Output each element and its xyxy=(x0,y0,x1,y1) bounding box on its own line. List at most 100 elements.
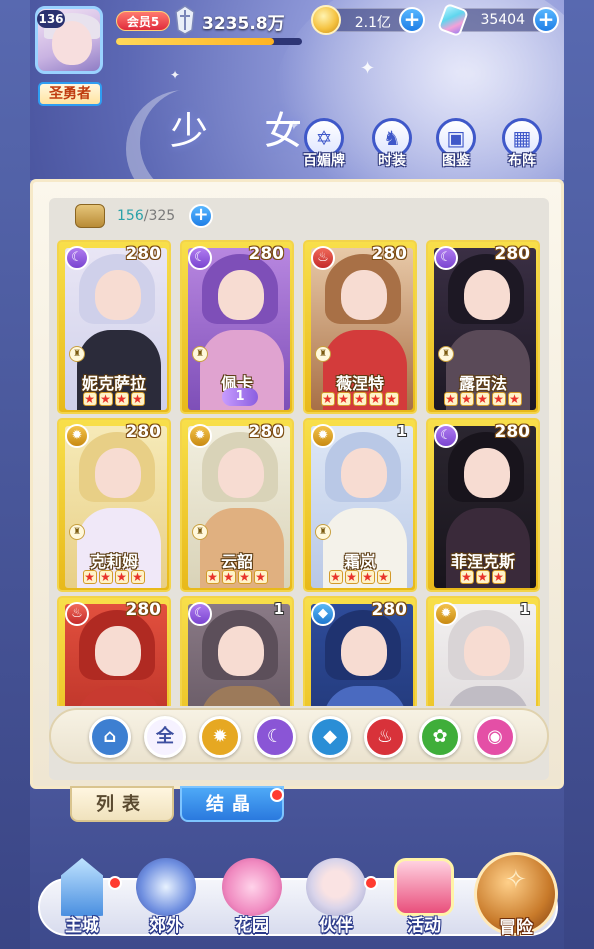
sparkle-icon: ✦ xyxy=(170,68,181,82)
star-rating: ★ ★ ★ ★ xyxy=(305,570,415,584)
partner-level: 1 xyxy=(396,422,407,440)
filter-moon-icon[interactable]: ☾ xyxy=(254,716,296,758)
gold-coin-icon xyxy=(311,5,341,35)
star-icon: ★ xyxy=(131,392,145,406)
add-gem-button[interactable]: + xyxy=(533,7,559,33)
expand-capacity-button[interactable]: + xyxy=(189,204,213,228)
partner-card[interactable]: ♨ 280 xyxy=(57,596,171,706)
star-icon: ★ xyxy=(476,392,490,406)
star-icon: ★ xyxy=(492,392,506,406)
nav-garden[interactable]: 花园 xyxy=(212,848,292,938)
partner-card[interactable]: ✹ 1 xyxy=(426,596,540,706)
filter-all-icon-icon[interactable]: ⌂ xyxy=(89,716,131,758)
combat-power-icon xyxy=(175,5,195,35)
star-icon: ★ xyxy=(385,392,399,406)
capacity-max: 325 xyxy=(148,208,176,224)
partner-card[interactable]: ◆ 280 xyxy=(303,596,417,706)
notification-dot xyxy=(364,876,378,890)
partner-card[interactable]: ♨ 280 ♜ 薇涅特 ★ ★ ★ ★ ★ xyxy=(303,240,417,414)
nav-label: 主城 xyxy=(65,916,99,936)
left-border xyxy=(0,0,30,949)
filter-wind-icon[interactable]: ✿ xyxy=(419,716,461,758)
tool-label: 布阵 xyxy=(508,153,536,169)
compass-icon: ✧ xyxy=(505,865,527,895)
partner-name: 露西法 xyxy=(458,374,507,393)
partner-card[interactable]: ✹ 280 ♜ 克莉姆 ★ ★ ★ ★ xyxy=(57,418,171,592)
filter-sun-icon[interactable]: ✹ xyxy=(199,716,241,758)
nav-label: 伙伴 xyxy=(319,916,353,936)
star-icon: ★ xyxy=(222,570,236,584)
star-icon: ★ xyxy=(476,570,490,584)
role-icon: ♜ xyxy=(192,524,208,540)
tool-button-formation[interactable]: ▦ 布阵 xyxy=(490,118,554,172)
filter-water-icon[interactable]: ◆ xyxy=(309,716,351,758)
vip-badge[interactable]: 会员5 xyxy=(116,11,170,31)
partner-card[interactable]: ✹ 280 ♜ 云韶 ★ ★ ★ ★ xyxy=(180,418,294,592)
capacity-current: 156 xyxy=(117,208,144,224)
partner-card[interactable]: ☾ 1 xyxy=(180,596,294,706)
add-gold-button[interactable]: + xyxy=(399,7,425,33)
gem-resource: 35404 + xyxy=(436,2,559,38)
player-title-badge[interactable]: 圣勇者 xyxy=(38,82,102,106)
notification-dot xyxy=(108,876,122,890)
partner-card[interactable]: ☾ 280 菲涅克斯 ★ ★ ★ xyxy=(426,418,540,592)
filter-fire-icon[interactable]: ♨ xyxy=(364,716,406,758)
sun-element-icon: ✹ xyxy=(188,424,212,448)
water-element-icon: ◆ xyxy=(311,602,335,626)
nav-activity[interactable]: 活动 xyxy=(384,848,464,938)
tool-label: 时装 xyxy=(378,153,406,169)
gold-amount: 2.1亿 xyxy=(354,15,391,31)
element-filter-bar: ⌂ 全 ✹ ☾ ◆ ♨ ✿ ◉ xyxy=(49,708,549,764)
player-level: 136 xyxy=(37,10,65,28)
notification-dot xyxy=(270,788,284,802)
star-icon: ★ xyxy=(131,570,145,584)
star-icon: ★ xyxy=(238,570,252,584)
right-border xyxy=(564,0,594,949)
star-rating: ★ ★ ★ ★ ★ xyxy=(428,392,538,406)
partner-name: 妮克萨拉 xyxy=(81,374,146,393)
tool-button-gallery[interactable]: ▣ 图鉴 xyxy=(424,118,488,172)
partner-portrait-icon xyxy=(306,858,366,916)
star-icon: ★ xyxy=(353,392,367,406)
gem-amount: 35404 xyxy=(480,12,525,28)
nav-partner[interactable]: 伙伴 xyxy=(296,848,376,938)
partner-card-grid: ☾ 280 ♜ 妮克萨拉 ★ ★ ★ ★ ☾ 280 ♜ 佩卡 1 ♨ 280 ♜ 薇涅特 ★ ★ ★ ★ ★ ☾ 280 ♜ 露… xyxy=(57,240,543,706)
nav-adventure[interactable]: ✧ 冒险 xyxy=(474,852,558,938)
star-icon: ★ xyxy=(329,570,343,584)
tab-list[interactable]: 列表 xyxy=(70,786,174,822)
partner-level: 280 xyxy=(248,244,285,264)
star-icon: ★ xyxy=(254,570,268,584)
role-icon: ♜ xyxy=(69,346,85,362)
sun-element-icon: ✹ xyxy=(65,424,89,448)
fire-element-icon: ♨ xyxy=(311,246,335,270)
partner-level: 280 xyxy=(125,600,162,620)
partner-card[interactable]: ✹ 1 ♜ 霜岚 ★ ★ ★ ★ xyxy=(303,418,417,592)
moon-element-icon: ☾ xyxy=(434,424,458,448)
star-icon: ★ xyxy=(460,570,474,584)
filter-all-button[interactable]: 全 xyxy=(144,716,186,758)
filter-spirit-icon[interactable]: ◉ xyxy=(474,716,516,758)
partner-card[interactable]: ☾ 280 ♜ 露西法 ★ ★ ★ ★ ★ xyxy=(426,240,540,414)
nav-outskirts[interactable]: 郊外 xyxy=(126,848,206,938)
star-icon: ★ xyxy=(206,570,220,584)
heart-icon xyxy=(222,858,282,916)
castle-icon xyxy=(61,858,103,916)
moon-element-icon: ☾ xyxy=(188,246,212,270)
partner-card[interactable]: ☾ 280 ♜ 佩卡 1 xyxy=(180,240,294,414)
nav-main-city[interactable]: 主城 xyxy=(42,848,122,938)
sun-element-icon: ✹ xyxy=(434,602,458,626)
partner-card[interactable]: ☾ 280 ♜ 妮克萨拉 ★ ★ ★ ★ xyxy=(57,240,171,414)
tool-button-outfits[interactable]: ♞ 时装 xyxy=(360,118,424,172)
star-icon: ★ xyxy=(321,392,335,406)
tool-button-cards[interactable]: ✡ 百媚牌 xyxy=(292,118,356,172)
star-icon: ★ xyxy=(337,392,351,406)
partner-level: 280 xyxy=(371,244,408,264)
star-icon: ★ xyxy=(115,392,129,406)
combat-power-value: 3235.8万 xyxy=(202,14,285,34)
star-icon: ★ xyxy=(369,392,383,406)
tab-crystal[interactable]: 结晶 xyxy=(180,786,284,822)
moon-element-icon: ☾ xyxy=(188,602,212,626)
tool-label: 图鉴 xyxy=(442,153,470,169)
partner-level: 280 xyxy=(125,244,162,264)
star-rating: ★ ★ ★ ★ xyxy=(59,392,169,406)
